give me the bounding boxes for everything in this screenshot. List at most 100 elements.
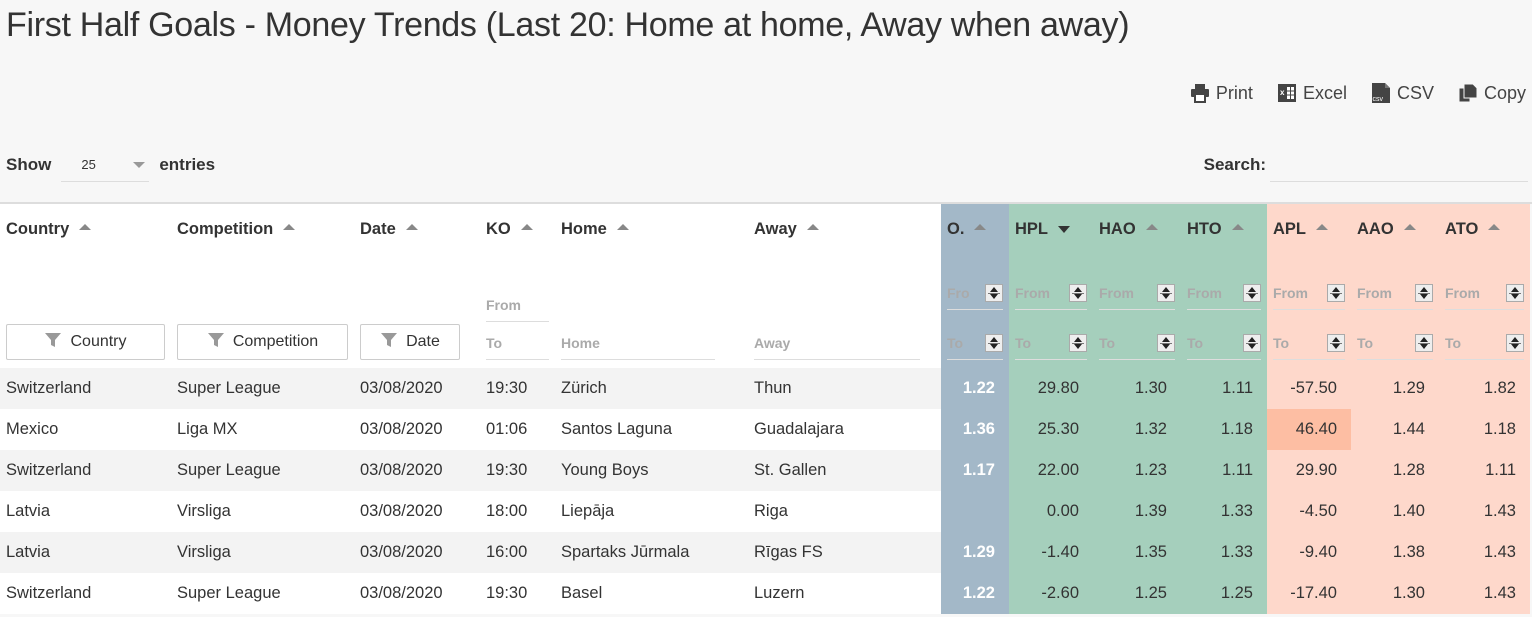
cell-ko: 19:30 [480, 368, 555, 409]
column-header-ko[interactable]: KO [480, 204, 555, 254]
sort-asc-icon[interactable] [1316, 224, 1328, 231]
aao-from-input[interactable]: From [1357, 276, 1433, 310]
cell-hao: 1.32 [1093, 409, 1181, 450]
filter-cell-away [748, 254, 941, 368]
spinner-icon[interactable] [1327, 283, 1345, 302]
sort-desc-icon[interactable] [1058, 225, 1070, 233]
spinner-icon[interactable] [985, 333, 1003, 352]
column-header-competition[interactable]: Competition [171, 204, 354, 254]
aao-to-input[interactable]: To [1357, 326, 1433, 360]
column-header-away[interactable]: Away [748, 204, 941, 254]
table-row[interactable]: Latvia Virsliga 03/08/2020 18:00 Liepāja Riga… [0, 491, 1530, 532]
excel-button[interactable]: x Excel [1277, 83, 1347, 104]
table-row[interactable]: Latvia Virsliga 03/08/2020 16:00 Spartaks Jū… [0, 532, 1530, 573]
spinner-icon[interactable] [1157, 333, 1175, 352]
ko-from-input[interactable]: From [486, 288, 549, 322]
sort-asc-icon[interactable] [405, 224, 418, 231]
spinner-icon[interactable] [1506, 333, 1524, 352]
column-header-label: Home [561, 219, 607, 238]
copy-icon [1458, 83, 1478, 103]
spinner-icon[interactable] [1415, 333, 1433, 352]
page-length-control: Show 25 entries [6, 148, 215, 182]
column-header-aao[interactable]: AAO [1351, 204, 1439, 254]
spinner-icon[interactable] [985, 283, 1003, 302]
column-header-label: AAO [1357, 219, 1394, 238]
spinner-icon[interactable] [1157, 283, 1175, 302]
column-header-hto[interactable]: HTO [1181, 204, 1267, 254]
column-header-apl[interactable]: APL [1267, 204, 1351, 254]
country-filter-button[interactable]: Country [6, 324, 165, 360]
spinner-icon[interactable] [1243, 283, 1261, 302]
o-to-input[interactable]: To [947, 326, 1003, 360]
search-input[interactable] [1270, 148, 1528, 182]
cell-apl: -9.40 [1267, 532, 1351, 573]
column-header-country[interactable]: Country [0, 204, 171, 254]
cell-apl: -57.50 [1267, 368, 1351, 409]
spinner-icon[interactable] [1069, 283, 1087, 302]
copy-button[interactable]: Copy [1458, 83, 1526, 104]
spinner-icon[interactable] [1327, 333, 1345, 352]
sort-asc-icon[interactable] [974, 224, 987, 231]
cell-hto: 1.33 [1181, 532, 1267, 573]
cell-competition: Super League [171, 450, 354, 491]
print-button[interactable]: Print [1190, 83, 1253, 104]
sort-asc-icon[interactable] [283, 224, 296, 231]
hto-from-input[interactable]: From [1187, 276, 1261, 310]
cell-o: 1.22 [941, 573, 1009, 614]
column-header-date[interactable]: Date [354, 204, 480, 254]
cell-country: Switzerland [0, 573, 171, 614]
hpl-from-input[interactable]: From [1015, 276, 1087, 310]
sort-asc-icon[interactable] [1403, 224, 1416, 231]
cell-ko: 19:30 [480, 450, 555, 491]
hao-from-placeholder: From [1099, 284, 1134, 301]
home-filter-input[interactable] [561, 326, 715, 360]
page-length-select[interactable]: 25 [61, 148, 150, 182]
hto-to-placeholder: To [1187, 334, 1204, 351]
sort-asc-icon[interactable] [1231, 224, 1244, 231]
filter-cell-hao: From To [1093, 254, 1181, 368]
cell-hao: 1.35 [1093, 532, 1181, 573]
o-from-input[interactable]: Fro [947, 276, 1003, 310]
spinner-icon[interactable] [1415, 283, 1433, 302]
column-header-home[interactable]: Home [555, 204, 748, 254]
search-control: Search: [1204, 148, 1528, 182]
competition-filter-button[interactable]: Competition [177, 324, 348, 360]
spinner-icon[interactable] [1506, 283, 1524, 302]
filter-cell-hpl: From To [1009, 254, 1093, 368]
sort-asc-icon[interactable] [520, 224, 533, 231]
sort-asc-icon[interactable] [1145, 224, 1158, 231]
hao-to-input[interactable]: To [1099, 326, 1175, 360]
filter-cell-ko: From To [480, 254, 555, 368]
cell-ko: 19:30 [480, 573, 555, 614]
table-row[interactable]: Switzerland Super League 03/08/2020 19:30 Yo… [0, 450, 1530, 491]
spinner-icon[interactable] [1069, 333, 1087, 352]
column-header-hao[interactable]: HAO [1093, 204, 1181, 254]
away-filter-input[interactable] [754, 326, 920, 360]
column-header-o[interactable]: O. [941, 204, 1009, 254]
column-header-ato[interactable]: ATO [1439, 204, 1530, 254]
table-row[interactable]: Mexico Liga MX 03/08/2020 01:06 Santos Lagun… [0, 409, 1530, 450]
ato-to-input[interactable]: To [1445, 326, 1524, 360]
cell-away: Luzern [748, 573, 941, 614]
hto-to-input[interactable]: To [1187, 326, 1261, 360]
export-toolbar: Print x Excel csv CSV Copy [1190, 82, 1526, 104]
sort-asc-icon[interactable] [1488, 224, 1501, 231]
ato-from-input[interactable]: From [1445, 276, 1524, 310]
sort-asc-icon[interactable] [806, 224, 819, 231]
hao-from-input[interactable]: From [1099, 276, 1175, 310]
sort-asc-icon[interactable] [79, 224, 92, 231]
table-row[interactable]: Switzerland Super League 03/08/2020 19:30 Zü… [0, 368, 1530, 409]
sort-asc-icon[interactable] [616, 224, 629, 231]
column-header-hpl[interactable]: HPL [1009, 204, 1093, 254]
apl-from-input[interactable]: From [1273, 276, 1345, 310]
csv-button[interactable]: csv CSV [1371, 82, 1434, 104]
aao-to-placeholder: To [1357, 334, 1374, 351]
cell-ko: 16:00 [480, 532, 555, 573]
cell-hto: 1.25 [1181, 573, 1267, 614]
apl-to-input[interactable]: To [1273, 326, 1345, 360]
spinner-icon[interactable] [1243, 333, 1261, 352]
hpl-to-input[interactable]: To [1015, 326, 1087, 360]
table-row[interactable]: Switzerland Super League 03/08/2020 19:30 Ba… [0, 573, 1530, 614]
date-filter-button[interactable]: Date [360, 324, 460, 360]
ko-to-input[interactable]: To [486, 326, 549, 360]
